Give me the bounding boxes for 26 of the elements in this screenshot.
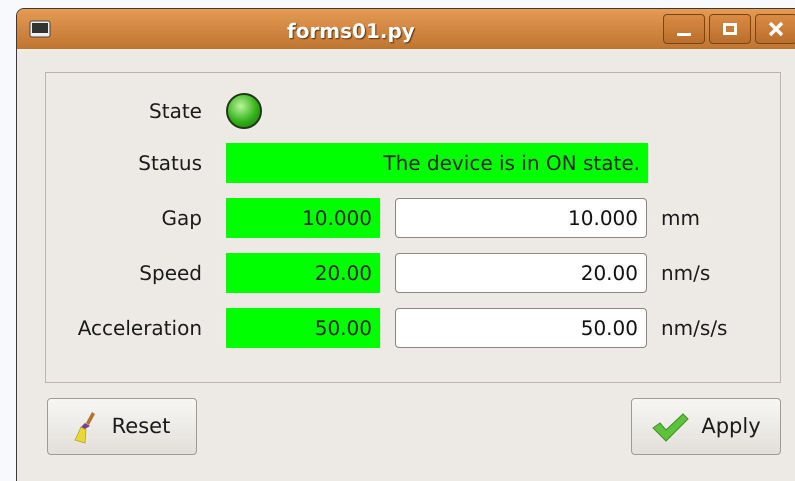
window-menu-icon[interactable] xyxy=(29,20,51,38)
field-label: Speed xyxy=(138,260,203,286)
field-label: State xyxy=(148,98,203,125)
status-readout: The device is in ON state. xyxy=(226,143,648,183)
field-label: Acceleration xyxy=(76,314,203,342)
window-title: forms01.py xyxy=(287,18,415,45)
maximize-button[interactable] xyxy=(709,14,751,44)
value-input[interactable]: 20.00 xyxy=(395,252,647,292)
value-input[interactable]: 50.00 xyxy=(395,308,647,348)
unit-label: mm xyxy=(661,204,700,232)
value-readout: 20.00 xyxy=(226,252,380,292)
field-label: Gap xyxy=(160,204,203,232)
value-input[interactable]: 10.000 xyxy=(395,198,647,238)
close-button[interactable] xyxy=(755,14,795,44)
apply-button[interactable]: Apply xyxy=(631,398,781,455)
close-icon xyxy=(768,21,784,37)
minimize-icon xyxy=(677,32,691,36)
maximize-icon xyxy=(723,23,737,35)
checkmark-icon xyxy=(651,412,690,442)
minimize-button[interactable] xyxy=(663,14,705,44)
value-readout: 10.000 xyxy=(226,198,380,238)
reset-button[interactable]: Reset xyxy=(47,398,197,455)
unit-label: nm/s/s xyxy=(661,314,728,342)
field-label: Status xyxy=(137,150,203,177)
value-readout: 50.00 xyxy=(226,308,380,348)
unit-label: nm/s xyxy=(661,260,710,286)
